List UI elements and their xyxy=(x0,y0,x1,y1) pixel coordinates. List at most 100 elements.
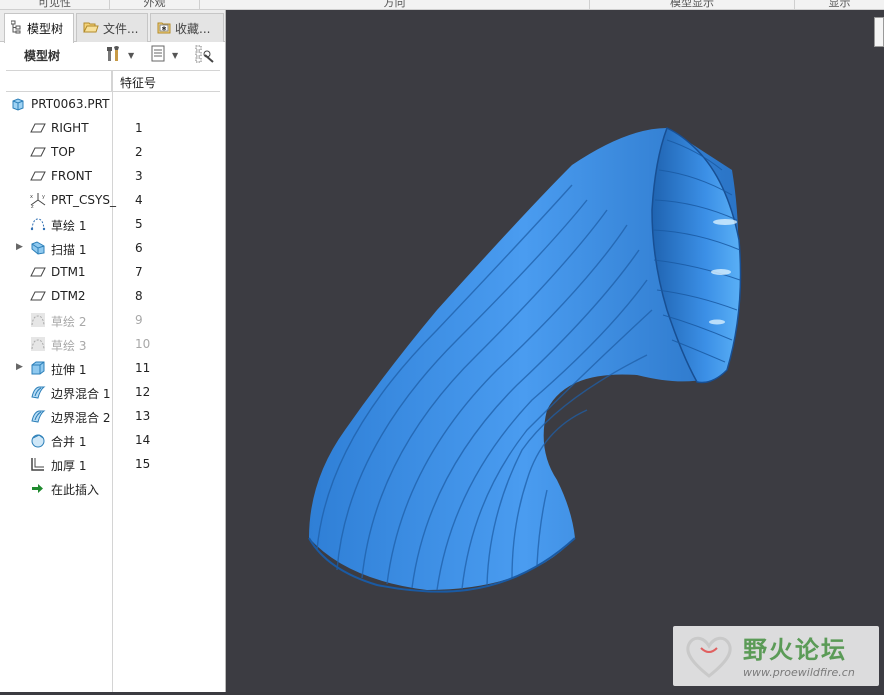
tree-item-extrude-1[interactable]: ▶ 拉伸 1 11 xyxy=(6,356,220,380)
feature-id: 6 xyxy=(135,241,143,255)
tree-settings-button[interactable]: ▼ xyxy=(106,45,135,66)
tree-column-header: 特征号 xyxy=(6,70,220,92)
ribbon-group-strip: 可见性 外观 方向 模型显示 显示 xyxy=(0,0,884,10)
view-tool-button[interactable] xyxy=(874,17,884,47)
boundary-blend-icon xyxy=(30,384,46,400)
tree-item-label: DTM2 xyxy=(51,289,86,303)
list-icon xyxy=(150,45,166,66)
chevron-down-icon: ▼ xyxy=(172,50,179,60)
feature-id: 9 xyxy=(135,313,143,327)
datum-plane-icon xyxy=(30,288,46,304)
ribbon-group-visibility[interactable]: 可见性 xyxy=(0,0,110,9)
graphics-viewport[interactable] xyxy=(227,10,884,692)
tree-item-dtm2[interactable]: DTM2 8 xyxy=(6,284,220,308)
tab-file-browser-label: 文件... xyxy=(103,21,139,36)
feature-id: 8 xyxy=(135,289,143,303)
tab-file-browser[interactable]: 文件... xyxy=(76,13,148,42)
watermark-title: 野火论坛 xyxy=(743,636,847,664)
tree-root[interactable]: PRT0063.PRT xyxy=(6,92,220,116)
thicken-icon xyxy=(30,456,46,472)
tree-item-sketch-3[interactable]: 草绘 3 10 xyxy=(6,332,220,356)
tree-item-label: 在此插入 xyxy=(51,483,100,497)
tree-item-sketch-1[interactable]: 草绘 1 5 xyxy=(6,212,220,236)
model-render xyxy=(308,126,742,593)
model-tree-heading: 模型树 xyxy=(24,48,61,63)
tree-item-label: 扫描 1 xyxy=(51,243,87,257)
filter-button[interactable] xyxy=(195,45,215,64)
feature-id: 10 xyxy=(135,337,151,351)
model-tree: PRT0063.PRT RIGHT 1 TOP 2 FRONT 3 x y z PR… xyxy=(6,92,220,500)
feature-id: 5 xyxy=(135,217,143,231)
ribbon-group-display[interactable]: 显示 xyxy=(795,0,884,9)
svg-text:z: z xyxy=(31,204,34,208)
tree-item-label: PRT_CSYS_ xyxy=(51,193,116,207)
favorites-icon: ✱ xyxy=(157,20,171,37)
datum-plane-icon xyxy=(30,264,46,280)
part-icon xyxy=(10,96,26,112)
csys-icon: x y z xyxy=(30,192,46,210)
boundary-blend-icon xyxy=(30,408,46,424)
tree-item-label: 拉伸 1 xyxy=(51,363,87,377)
feature-id: 15 xyxy=(135,457,151,471)
tree-item-thicken-1[interactable]: 加厚 1 15 xyxy=(6,452,220,476)
feature-id: 14 xyxy=(135,433,151,447)
tree-item-label: 合并 1 xyxy=(51,435,87,449)
show-columns-button[interactable]: ▼ xyxy=(150,45,179,66)
expand-arrow-icon[interactable]: ▶ xyxy=(16,362,23,372)
ribbon-group-orientation[interactable]: 方向 xyxy=(200,0,590,9)
tab-model-tree-label: 模型树 xyxy=(27,22,64,36)
heart-logo-icon xyxy=(686,636,732,678)
chevron-down-icon: ▼ xyxy=(128,50,135,60)
tree-item-label: 草绘 1 xyxy=(51,219,87,233)
insert-here-icon xyxy=(30,480,46,496)
svg-text:x: x xyxy=(30,194,33,200)
feature-id: 2 xyxy=(135,145,143,159)
watermark-url: www.proewildfire.cn xyxy=(743,666,855,679)
svg-text:✱: ✱ xyxy=(161,25,166,32)
tree-item-boundary-blend-1[interactable]: 边界混合 1 12 xyxy=(6,380,220,404)
tree-item-label: 草绘 2 xyxy=(51,315,87,329)
datum-plane-icon xyxy=(30,120,46,136)
feature-id: 11 xyxy=(135,361,151,375)
tab-model-tree[interactable]: 模型树 xyxy=(4,13,74,43)
datum-plane-icon xyxy=(30,168,46,184)
tree-item-insert-here[interactable]: 在此插入 xyxy=(6,476,220,500)
tools-icon xyxy=(106,45,122,66)
sketch-hidden-icon xyxy=(30,336,46,352)
navigator-tabs: 模型树 文件... ✱ 收藏... xyxy=(0,10,225,43)
name-column-header[interactable] xyxy=(6,71,112,91)
tree-item-label: 边界混合 2 xyxy=(51,411,111,425)
ribbon-group-appearance[interactable]: 外观 xyxy=(110,0,200,9)
merge-icon xyxy=(30,432,46,448)
ribbon-group-model-display[interactable]: 模型显示 xyxy=(590,0,795,9)
tree-item-label: 边界混合 1 xyxy=(51,387,111,401)
tree-icon xyxy=(10,20,23,37)
tree-item-front[interactable]: FRONT 3 xyxy=(6,164,220,188)
sweep-icon xyxy=(30,240,46,256)
tree-item-merge-1[interactable]: 合并 1 14 xyxy=(6,428,220,452)
tree-item-sweep-1[interactable]: ▶ 扫描 1 6 xyxy=(6,236,220,260)
feature-id: 3 xyxy=(135,169,143,183)
folder-icon xyxy=(83,20,99,37)
tree-item-boundary-blend-2[interactable]: 边界混合 2 13 xyxy=(6,404,220,428)
navigator-panel: 模型树 文件... ✱ 收藏... 模型树 ▼ ▼ 特征号 PRT0063.PR… xyxy=(0,10,226,692)
tree-item-top[interactable]: TOP 2 xyxy=(6,140,220,164)
extrude-icon xyxy=(30,360,46,376)
tree-item-csys[interactable]: x y z PRT_CSYS_ 4 xyxy=(6,188,220,212)
tab-favorites[interactable]: ✱ 收藏... xyxy=(150,13,224,42)
model-tree-toolbar: 模型树 ▼ ▼ xyxy=(0,42,225,68)
tree-item-label: 加厚 1 xyxy=(51,459,87,473)
tree-item-dtm1[interactable]: DTM1 7 xyxy=(6,260,220,284)
feature-id-column-header[interactable]: 特征号 xyxy=(120,74,156,91)
feature-id: 12 xyxy=(135,385,151,399)
feature-id: 1 xyxy=(135,121,143,135)
tree-item-right[interactable]: RIGHT 1 xyxy=(6,116,220,140)
tree-item-label: RIGHT xyxy=(51,121,89,135)
tree-root-label: PRT0063.PRT xyxy=(31,97,110,111)
tree-item-sketch-2[interactable]: 草绘 2 9 xyxy=(6,308,220,332)
svg-text:y: y xyxy=(42,194,45,200)
tree-item-label: 草绘 3 xyxy=(51,339,87,353)
expand-arrow-icon[interactable]: ▶ xyxy=(16,242,23,252)
feature-id: 13 xyxy=(135,409,151,423)
sketch-icon xyxy=(30,216,46,232)
